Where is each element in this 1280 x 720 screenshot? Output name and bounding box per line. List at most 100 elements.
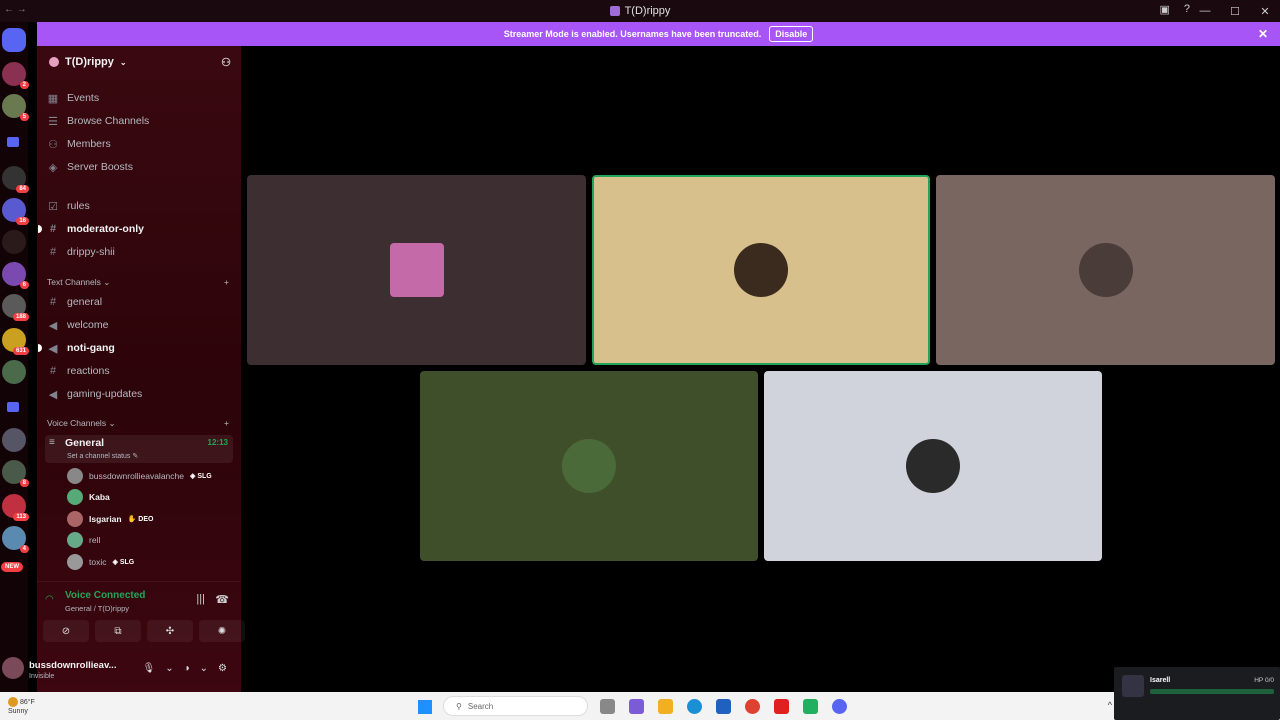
taskbar-search[interactable]: ⚲ Search xyxy=(443,696,588,716)
signal-icon[interactable]: ◠ xyxy=(45,594,54,605)
invite-icon[interactable]: ⚇ xyxy=(221,56,231,69)
guild-icon[interactable] xyxy=(2,360,26,384)
overlay-hp: HP 0/0 xyxy=(1254,677,1274,684)
video-tile[interactable] xyxy=(247,175,586,365)
channel-noti-gang[interactable]: ◀ noti-gang xyxy=(38,338,233,358)
overlay-health-bar xyxy=(1150,689,1274,694)
channel-reactions[interactable]: # reactions xyxy=(47,361,233,381)
add-channel-icon[interactable]: + xyxy=(224,277,229,288)
guild-icon[interactable]: 188 xyxy=(2,294,29,321)
close-window-icon[interactable]: ✕ xyxy=(1250,5,1280,18)
chevron-down-icon[interactable]: ⌄ xyxy=(200,663,208,674)
discord-home-icon[interactable] xyxy=(2,28,26,52)
category-text-channels[interactable]: Text Channels ⌄ + xyxy=(47,277,229,288)
avatar[interactable] xyxy=(2,657,24,679)
guild-icon[interactable]: 16 xyxy=(2,198,29,225)
folder-icon[interactable] xyxy=(7,402,19,412)
nav-arrows[interactable]: ← → xyxy=(4,4,27,15)
channel-welcome[interactable]: ◀ welcome xyxy=(47,315,233,335)
voice-user[interactable]: rell xyxy=(67,530,100,550)
app-icon[interactable] xyxy=(803,699,818,714)
voice-user[interactable]: toxic ◈ SLG xyxy=(67,552,134,572)
maximize-icon[interactable]: ☐ xyxy=(1220,5,1250,18)
guild-icon[interactable]: 4 xyxy=(2,526,29,553)
windows-start-icon[interactable] xyxy=(418,700,432,714)
sun-icon xyxy=(8,697,18,707)
menu-item-server-boosts[interactable]: ◈ Server Boosts xyxy=(47,157,233,177)
new-badge[interactable]: NEW xyxy=(1,562,23,572)
guild-icon[interactable] xyxy=(2,230,26,254)
voice-user[interactable]: Kaba xyxy=(67,487,110,507)
video-tile[interactable] xyxy=(420,371,758,561)
soundboard-button[interactable]: ✺ xyxy=(199,620,245,642)
temperature: 86°F xyxy=(19,698,35,706)
channel-rules[interactable]: ☑ rules xyxy=(47,196,233,216)
copilot-icon[interactable] xyxy=(629,699,644,714)
announcement-icon: ◀ xyxy=(48,388,58,401)
channel-status-link[interactable]: Set a channel status ✎ xyxy=(67,452,138,460)
video-tile[interactable] xyxy=(764,371,1102,561)
guild-icon[interactable]: 113 xyxy=(2,494,29,521)
disable-button[interactable]: Disable xyxy=(769,26,814,42)
activities-button[interactable]: ✣ xyxy=(147,620,193,642)
screen-share-button[interactable]: ⧉ xyxy=(95,620,141,642)
disconnect-icon[interactable]: ☎ xyxy=(215,593,229,606)
folder-icon[interactable] xyxy=(7,137,19,147)
user-name[interactable]: bussdownrollieav... xyxy=(29,660,116,671)
voice-connected-subtitle[interactable]: General / T(D)rippy xyxy=(65,604,129,613)
noise-suppression-icon[interactable]: ||| xyxy=(196,593,205,605)
channel-general[interactable]: # general xyxy=(47,292,233,312)
task-view-icon[interactable] xyxy=(600,699,615,714)
app-icon xyxy=(609,6,620,16)
inbox-icon[interactable]: ▣ xyxy=(1159,3,1169,16)
banner-close-icon[interactable]: ✕ xyxy=(1258,27,1268,41)
voice-user[interactable]: bussdownrollieavalanche ◈ SLG xyxy=(67,466,212,486)
video-tile-speaking[interactable] xyxy=(592,175,930,365)
guild-icon[interactable]: 84 xyxy=(2,166,29,193)
youtube-icon[interactable] xyxy=(774,699,789,714)
voice-user[interactable]: Isgarian ✋ DEO xyxy=(67,509,153,529)
guild-icon[interactable]: 631 xyxy=(2,328,29,355)
camera-off-button[interactable]: ⊘ xyxy=(43,620,89,642)
video-tile[interactable] xyxy=(936,175,1275,365)
taskbar: 86°F Sunny ⚲ Search ^ xyxy=(0,692,1280,720)
weather-widget[interactable]: 86°F Sunny xyxy=(8,697,35,716)
voice-connected-title[interactable]: Voice Connected xyxy=(65,590,145,601)
add-channel-icon[interactable]: + xyxy=(224,418,229,429)
chevron-down-icon[interactable]: ⌄ xyxy=(165,663,173,674)
microphone-icon[interactable]: 🎙 xyxy=(143,663,156,674)
chrome-icon[interactable] xyxy=(745,699,760,714)
menu-item-events[interactable]: ▦ Events xyxy=(47,88,233,108)
browse-icon: ☰ xyxy=(48,115,58,128)
outlook-icon[interactable] xyxy=(716,699,731,714)
menu-item-browse-channels[interactable]: ☰ Browse Channels xyxy=(47,111,233,131)
menu-item-members[interactable]: ⚇ Members xyxy=(47,134,233,154)
calendar-icon: ▦ xyxy=(47,92,59,105)
voice-channel-name: General xyxy=(65,437,105,449)
gear-icon[interactable]: ⚙ xyxy=(218,663,227,674)
members-icon: ⚇ xyxy=(48,138,58,151)
file-explorer-icon[interactable] xyxy=(658,699,673,714)
channel-label: moderator-only xyxy=(67,223,145,235)
voice-user-name: bussdownrollieavalanche xyxy=(89,471,184,481)
user-status: Invisible xyxy=(29,673,55,680)
minimize-icon[interactable]: — xyxy=(1190,5,1220,17)
category-voice-channels[interactable]: Voice Channels ⌄ + xyxy=(47,418,229,429)
edge-icon[interactable] xyxy=(687,699,702,714)
guild-icon[interactable]: 5 xyxy=(2,94,29,121)
tray-chevron-icon[interactable]: ^ xyxy=(1108,700,1112,710)
voice-channel-general[interactable]: ≡ General 12:13 Set a channel status ✎ xyxy=(45,435,233,463)
discord-taskbar-icon[interactable] xyxy=(832,699,847,714)
server-icon xyxy=(49,57,59,67)
guild-icon[interactable] xyxy=(2,428,26,452)
clan-tag: ✋ DEO xyxy=(127,516,154,523)
headphones-icon[interactable]: ◑ xyxy=(184,663,190,674)
server-header[interactable]: T(D)rippy ⌄ ⚇ xyxy=(37,46,241,78)
channel-moderator-only[interactable]: # moderator-only xyxy=(38,219,233,239)
guild-icon[interactable]: 8 xyxy=(2,460,29,487)
guild-icon[interactable]: 2 xyxy=(2,62,29,89)
channel-gaming-updates[interactable]: ◀ gaming-updates xyxy=(47,384,233,404)
game-icon xyxy=(1122,675,1144,697)
channel-drippy-shii[interactable]: # drippy-shii xyxy=(47,242,233,262)
guild-icon[interactable]: 6 xyxy=(2,262,29,289)
